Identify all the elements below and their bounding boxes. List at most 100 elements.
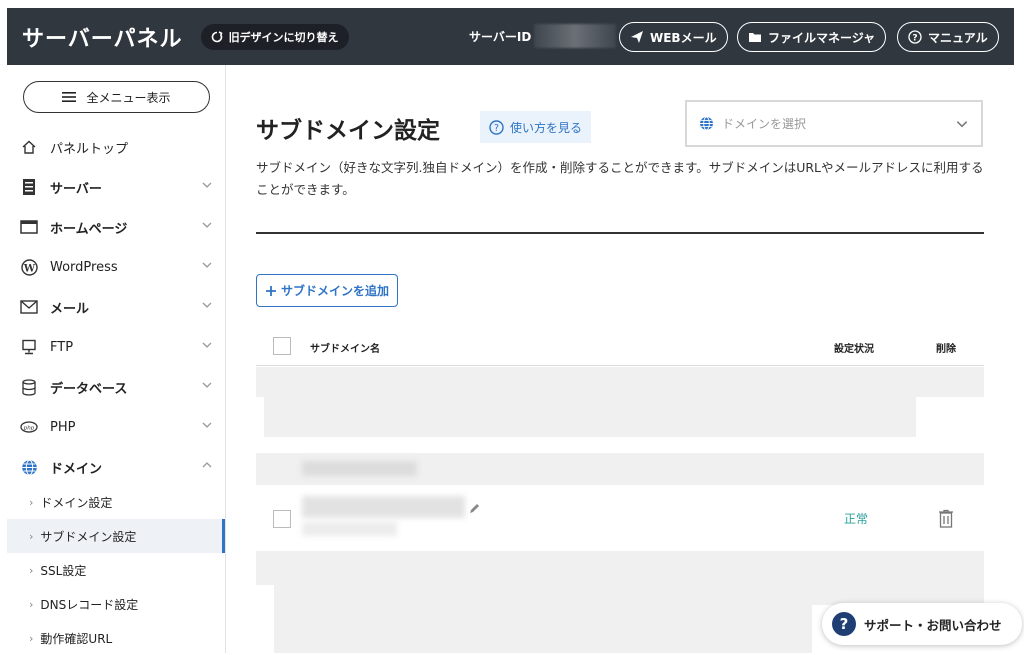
sidebar-item-homepage[interactable]: ホームページ [7,207,225,247]
php-icon: php [20,418,38,436]
howto-button[interactable]: ? 使い方を見る [480,111,592,143]
sidebar-item-server[interactable]: サーバー [7,167,225,207]
sidebar-subitem-label: 動作確認URL [40,631,113,646]
sidebar-subitem-ssl-settings[interactable]: › SSL設定 [7,553,225,587]
ftp-icon [20,338,38,356]
database-icon [20,378,38,396]
top-header: サーバーパネル 旧デザインに切り替え サーバーID WEBメール ファイルマネー… [7,8,1014,65]
webmail-button[interactable]: WEBメール [619,22,728,52]
svg-text:?: ? [494,123,499,134]
sidebar-item-mail[interactable]: メール [7,287,225,327]
chevron-right-icon: › [29,631,34,645]
pencil-icon[interactable] [468,502,481,515]
sidebar-subitem-label: サブドメイン設定 [40,529,137,544]
subdomain-path-redacted [302,522,397,536]
server-icon [20,178,38,196]
old-design-label: 旧デザインに切り替え [228,30,339,44]
sidebar-subitem-label: DNSレコード設定 [40,597,139,612]
svg-text:?: ? [912,34,917,44]
old-design-toggle-button[interactable]: 旧デザインに切り替え [200,23,349,50]
sidebar-subitem-dns-settings[interactable]: › DNSレコード設定 [7,587,225,621]
sidebar-item-label: サーバー [50,181,102,197]
chevron-down-icon [202,422,212,428]
help-circle-icon: ? [489,119,504,135]
sidebar: 全メニュー表示 パネルトップ サーバー ホームページ W WordPress メ… [7,65,226,653]
chevron-right-icon: › [29,563,34,577]
page-description: サブドメイン（好きな文字列.独自ドメイン）を作成・削除することができます。サブド… [256,160,984,197]
folder-icon [749,33,761,42]
browser-icon [20,218,38,236]
sidebar-item-php[interactable]: php PHP [7,407,225,447]
chevron-down-icon [202,182,212,188]
chevron-down-icon [202,262,212,268]
sidebar-item-label: メール [50,301,90,317]
sidebar-item-label: PHP [50,419,76,435]
row-checkbox[interactable] [273,510,291,528]
server-id-label: サーバーID [469,30,532,44]
globe-icon [700,116,713,131]
trash-icon[interactable] [938,509,954,528]
manual-button[interactable]: ? マニュアル [897,22,999,52]
paper-plane-icon [631,31,643,43]
sidebar-subitem-test-url[interactable]: › 動作確認URL [7,621,225,655]
chevron-right-icon: › [29,495,34,509]
support-contact-button[interactable]: ? サポート・お問い合わせ [822,603,1022,645]
add-subdomain-button[interactable]: サブドメインを追加 [256,274,399,307]
table-row-redacted [264,397,916,437]
webmail-label: WEBメール [650,30,717,45]
chevron-down-icon [956,121,968,128]
sidebar-item-label: ドメイン [50,461,103,477]
sidebar-item-label: WordPress [50,259,118,275]
chevron-right-icon: › [29,597,34,611]
sidebar-item-label: データベース [50,381,128,397]
sidebar-subitem-label: ドメイン設定 [40,495,113,510]
table-header: サブドメイン名 設定状況 削除 [256,330,984,366]
plus-icon [266,285,276,296]
sidebar-item-panel-top[interactable]: パネルトップ [7,127,225,167]
table-row-redacted [256,367,984,397]
wordpress-icon: W [20,258,38,276]
all-menu-button[interactable]: 全メニュー表示 [23,81,210,113]
chevron-down-icon [202,302,212,308]
sidebar-item-ftp[interactable]: FTP [7,327,225,367]
sidebar-item-database[interactable]: データベース [7,367,225,407]
support-label: サポート・お問い合わせ [864,617,1002,633]
section-divider [256,232,984,234]
column-header-status: 設定状況 [834,344,874,355]
chevron-down-icon [202,222,212,228]
file-manager-button[interactable]: ファイルマネージャ [737,22,887,52]
manual-label: マニュアル [928,30,988,45]
group-label-redacted [302,461,417,476]
mail-icon [20,298,38,316]
server-id-value-redacted [534,24,616,48]
sidebar-item-label: パネルトップ [50,141,129,157]
sidebar-subitem-subdomain-settings[interactable]: › サブドメイン設定 [7,519,225,553]
sidebar-item-wordpress[interactable]: W WordPress [7,247,225,287]
hamburger-icon [62,92,77,102]
question-icon: ? [832,612,856,636]
sidebar-subitem-domain-settings[interactable]: › ドメイン設定 [7,485,225,519]
chevron-down-icon [202,342,212,348]
domain-select[interactable]: ドメインを選択 [685,100,983,147]
sidebar-item-domain[interactable]: ドメイン [7,447,225,487]
sidebar-item-label: ホームページ [50,221,128,237]
table-row-redacted [812,585,984,605]
status-badge: 正常 [844,512,869,526]
file-manager-label: ファイルマネージャ [768,30,876,45]
svg-text:php: php [23,425,35,431]
sidebar-item-label: FTP [50,339,74,355]
chevron-down-icon [202,382,212,388]
howto-label: 使い方を見る [510,120,583,135]
chevron-up-icon [202,462,212,468]
page-title: サブドメイン設定 [256,118,440,144]
select-all-checkbox[interactable] [273,337,291,355]
refresh-icon [211,30,223,42]
add-subdomain-label: サブドメインを追加 [281,284,390,298]
sidebar-subitem-label: SSL設定 [40,563,87,578]
chevron-right-icon: › [29,529,34,543]
all-menu-label: 全メニュー表示 [86,90,171,105]
column-header-name: サブドメイン名 [310,344,380,355]
globe-icon [20,458,38,476]
home-icon [20,138,38,156]
svg-text:W: W [22,263,35,274]
